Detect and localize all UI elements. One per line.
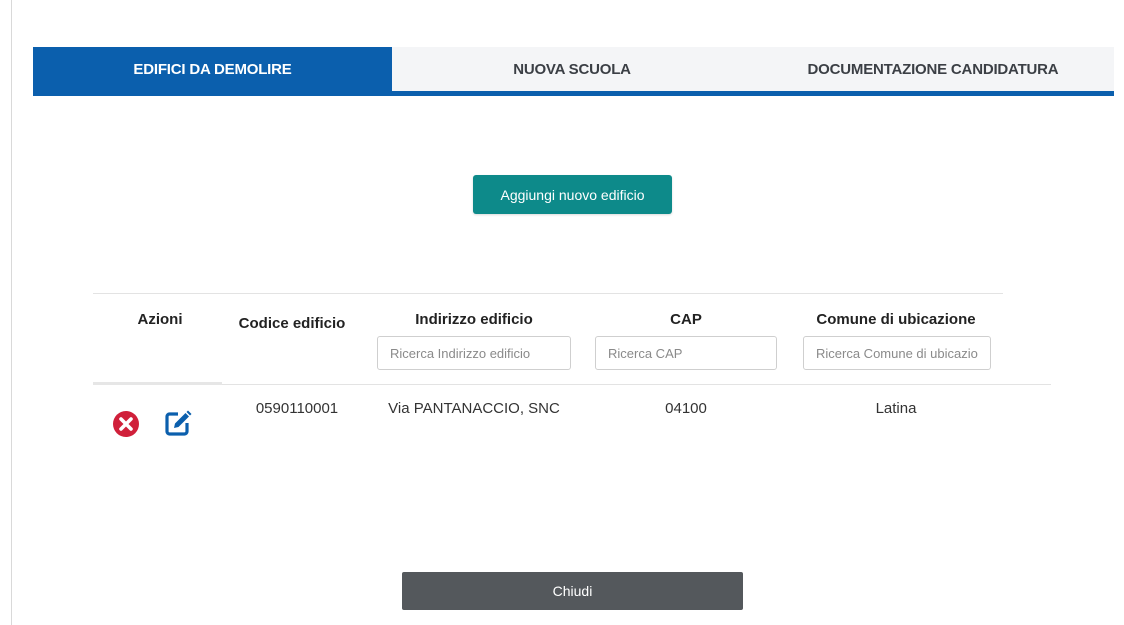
table-header-divider [222,384,1051,385]
tab-bar: EDIFICI DA DEMOLIRE NUOVA SCUOLA DOCUMEN… [33,47,1114,91]
cell-codice-edificio: 0590110001 [255,400,339,417]
tab-bar-underline [33,91,1114,96]
search-cap-input[interactable] [595,336,777,370]
table-top-divider [93,293,1003,294]
edit-icon[interactable] [163,408,193,438]
page-left-border [11,0,12,625]
search-indirizzo-input[interactable] [377,336,571,370]
tab-documentazione-candidatura[interactable]: DOCUMENTAZIONE CANDIDATURA [752,47,1114,91]
add-building-button[interactable]: Aggiungi nuovo edificio [473,175,672,214]
cell-comune: Latina [875,400,917,417]
column-header-comune: Comune di ubicazione [816,311,976,328]
cell-indirizzo-edificio: Via PANTANACCIO, SNC [388,400,560,417]
column-header-azioni: Azioni [137,311,183,328]
close-button[interactable]: Chiudi [402,572,743,610]
column-header-indirizzo-edificio: Indirizzo edificio [415,311,533,328]
column-header-cap: CAP [670,311,702,328]
table-header-divider-left [93,382,222,385]
cell-cap: 04100 [665,400,707,417]
delete-icon[interactable] [112,410,140,438]
column-header-codice-edificio: Codice edificio [238,315,346,332]
search-comune-input[interactable] [803,336,991,370]
tab-edifici-da-demolire[interactable]: EDIFICI DA DEMOLIRE [33,47,392,91]
tab-nuova-scuola[interactable]: NUOVA SCUOLA [392,47,752,91]
